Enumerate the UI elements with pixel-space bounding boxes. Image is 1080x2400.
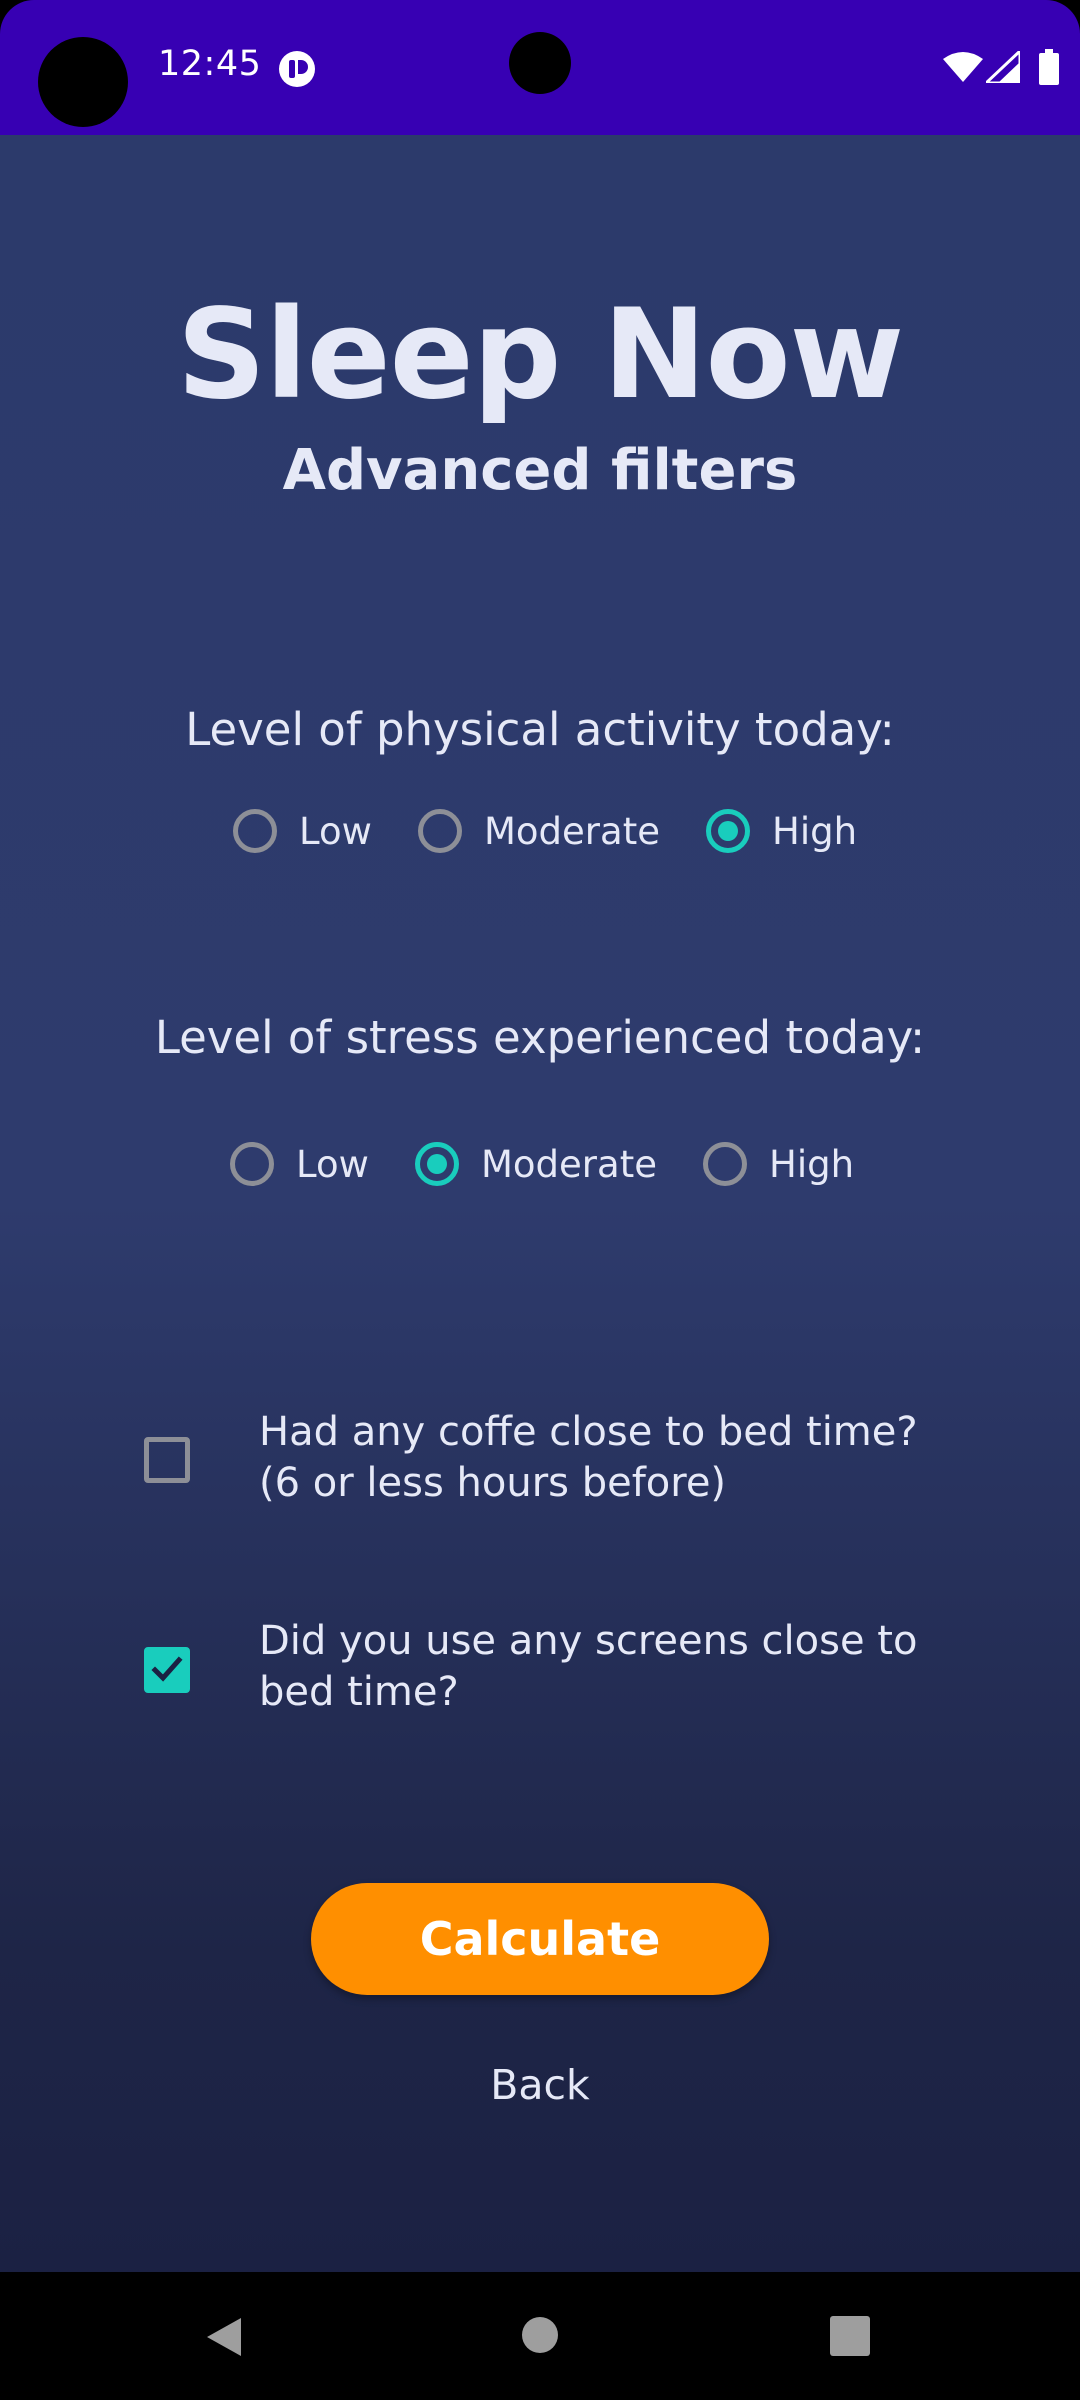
stress-high-radio[interactable]: High — [703, 1134, 854, 1194]
battery-icon — [1039, 49, 1059, 85]
signal-icon — [986, 51, 1020, 83]
wifi-icon — [943, 52, 983, 82]
radio-label: Moderate — [481, 1142, 657, 1186]
coffee-label-line1: Had any coffe close to bed time? — [259, 1409, 918, 1455]
radio-button-icon — [703, 1142, 747, 1186]
physical-activity-question: Level of physical activity today: — [185, 703, 895, 756]
home-icon[interactable] — [521, 2316, 559, 2354]
front-camera — [509, 32, 571, 94]
physical-activity-moderate-radio[interactable]: Moderate — [418, 801, 660, 861]
radio-label: High — [772, 809, 858, 853]
radio-button-icon — [233, 809, 277, 853]
radio-button-icon — [418, 809, 462, 853]
stress-question: Level of stress experienced today: — [154, 1011, 926, 1064]
radio-label: Low — [299, 809, 372, 853]
coffee-label-line2: (6 or less hours before) — [259, 1460, 727, 1506]
coffee-checkbox[interactable] — [144, 1437, 190, 1483]
screens-checkbox-label: Did you use any screens close to bed tim… — [259, 1616, 979, 1718]
radio-label: Moderate — [484, 809, 660, 853]
camera-cutout — [38, 37, 128, 127]
stress-low-radio[interactable]: Low — [230, 1134, 369, 1194]
screens-label-line2: bed time? — [259, 1669, 459, 1715]
coffee-checkbox-label: Had any coffe close to bed time? (6 or l… — [259, 1407, 979, 1509]
radio-button-icon — [230, 1142, 274, 1186]
radio-label: High — [769, 1142, 855, 1186]
status-bar: 12:45 — [0, 0, 1080, 135]
main-content: Sleep Now Advanced filters Level of phys… — [0, 135, 1080, 2272]
page-subtitle: Advanced filters — [282, 438, 798, 503]
coffee-checkbox-row[interactable]: Had any coffe close to bed time? (6 or l… — [144, 1407, 974, 1517]
back-icon[interactable] — [203, 2316, 245, 2358]
screens-label-line1: Did you use any screens close to — [259, 1618, 918, 1664]
stress-moderate-radio[interactable]: Moderate — [415, 1134, 657, 1194]
screens-checkbox-row[interactable]: Did you use any screens close to bed tim… — [144, 1616, 974, 1726]
page-title: Sleep Now — [176, 283, 904, 427]
back-button[interactable]: Back — [440, 2047, 640, 2123]
radio-label: Low — [296, 1142, 369, 1186]
recents-icon[interactable] — [830, 2316, 870, 2356]
physical-activity-high-radio[interactable]: High — [706, 801, 857, 861]
checkmark-icon — [151, 1656, 183, 1682]
radio-button-selected-icon — [415, 1142, 459, 1186]
notification-app-icon — [279, 51, 315, 87]
radio-button-selected-icon — [706, 809, 750, 853]
system-nav-bar — [0, 2272, 1080, 2400]
screens-checkbox[interactable] — [144, 1647, 190, 1693]
physical-activity-low-radio[interactable]: Low — [233, 801, 372, 861]
calculate-button[interactable]: Calculate — [311, 1883, 769, 1995]
status-time: 12:45 — [158, 44, 262, 84]
screen: 12:45 Sleep Now Advanced filters Level o… — [0, 0, 1080, 2400]
